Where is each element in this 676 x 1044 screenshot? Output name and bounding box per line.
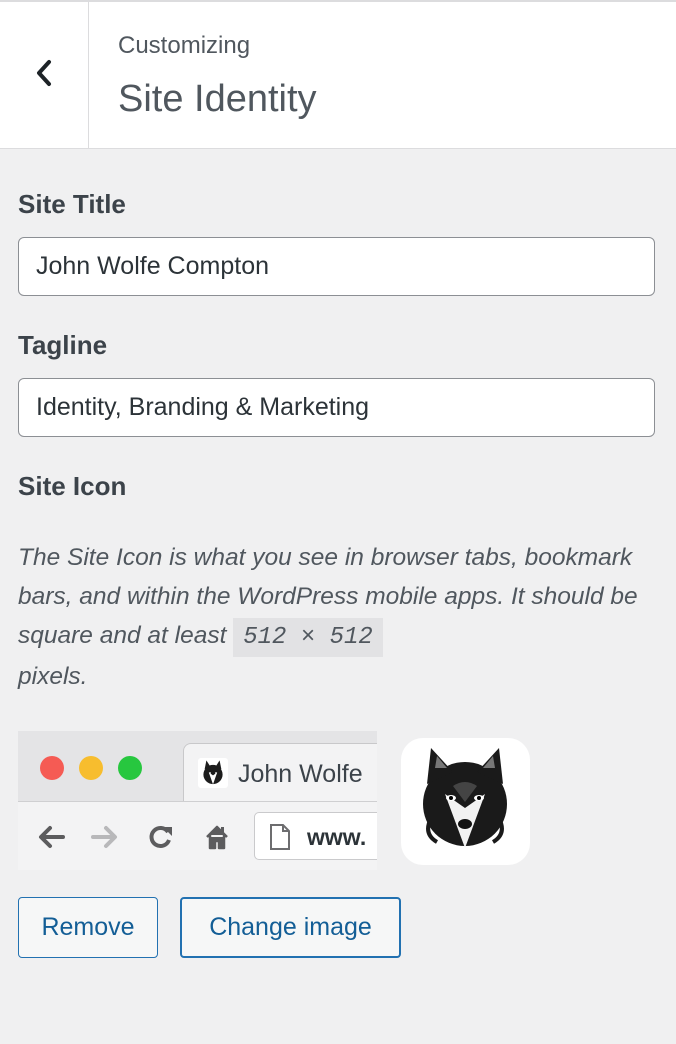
forward-arrow-icon [90,822,120,852]
size-code: 512 × 512 [233,618,383,657]
change-image-button[interactable]: Change image [180,897,401,958]
section-title: Site Identity [118,78,317,120]
minimize-dot [79,756,103,780]
site-icon-description: The Site Icon is what you see in browser… [18,538,658,696]
reload-icon [145,822,175,852]
browser-toolbar: www. [18,801,377,870]
browser-preview: John Wolfe www. [18,731,377,870]
home-icon [202,822,232,852]
favicon [198,758,228,788]
url-bar: www. [254,812,377,860]
close-dot [40,756,64,780]
site-icon-label: Site Icon [18,471,127,501]
maximize-dot [118,756,142,780]
tab-title: John Wolfe [238,760,363,788]
tagline-label: Tagline [18,330,108,360]
browser-tab: John Wolfe [183,743,377,802]
back-arrow-icon [36,822,66,852]
page-icon [269,823,291,856]
browser-tab-bar: John Wolfe [18,731,377,802]
description-text-end: pixels. [18,663,88,690]
app-icon-preview [401,738,530,865]
header-subtitle: Customizing [118,32,251,59]
url-text: www. [307,824,367,850]
site-title-label: Site Title [18,189,126,219]
back-button[interactable] [0,2,89,149]
chevron-left-icon [33,58,55,93]
customizer-header: Customizing Site Identity [0,0,676,149]
site-title-input[interactable] [18,237,655,296]
tagline-input[interactable] [18,378,655,437]
remove-button[interactable]: Remove [18,897,158,958]
